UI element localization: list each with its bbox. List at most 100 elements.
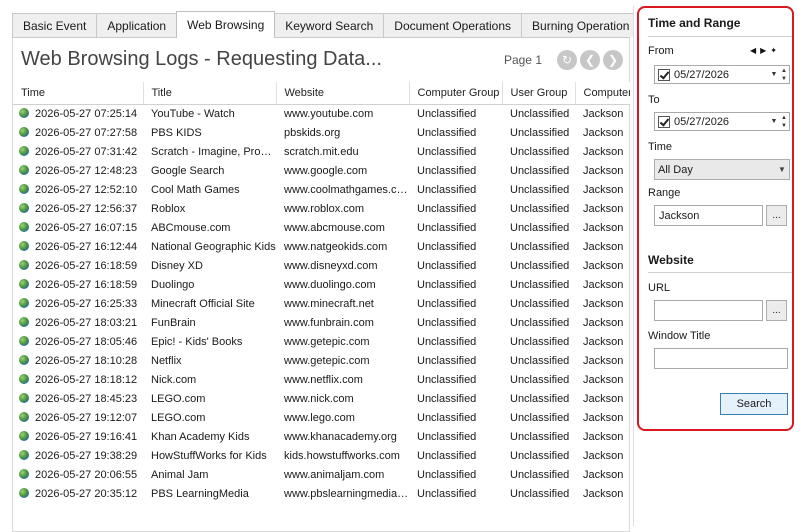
table-row[interactable]: 2026-05-27 19:16:41 Khan Academy Kids www.…	[13, 427, 630, 446]
previous-page-icon[interactable]: ❮	[580, 50, 600, 70]
cell-computer: Jackson	[583, 449, 624, 462]
cell-computer: Jackson	[583, 240, 624, 253]
time-select-value: All Day	[658, 163, 693, 176]
cell-time-text: 2026-05-27 18:03:21	[35, 316, 138, 329]
tab-web-browsing[interactable]: Web Browsing	[176, 11, 276, 38]
table-row[interactable]: 2026-05-27 12:48:23 Google Search www.goog…	[13, 161, 630, 180]
cell-time: 2026-05-27 12:56:37	[13, 199, 143, 218]
column-header-website[interactable]: Website	[276, 82, 410, 105]
cell-title: Duolingo	[151, 278, 195, 291]
table-row[interactable]: 2026-05-27 12:52:10 Cool Math Games www.co…	[13, 180, 630, 199]
cell-website: www.getepic.com	[284, 354, 370, 367]
table-row[interactable]: 2026-05-27 12:56:37 Roblox www.roblox.com U…	[13, 199, 630, 218]
cell-computer: Jackson	[583, 107, 624, 120]
column-header-title[interactable]: Title	[143, 82, 277, 105]
globe-icon	[19, 354, 29, 365]
globe-icon	[19, 487, 29, 498]
cell-computer-group: Unclassified	[417, 107, 477, 120]
column-header-computer[interactable]: Computer	[575, 82, 630, 105]
from-date-checkbox[interactable]	[658, 68, 670, 81]
next-page-icon[interactable]: ❯	[603, 50, 623, 70]
cell-computer: Jackson	[583, 221, 624, 234]
cell-time-text: 2026-05-27 16:25:33	[35, 297, 138, 310]
tab-application[interactable]: Application	[96, 13, 178, 37]
cell-user-group: Unclassified	[510, 259, 570, 272]
url-label: URL	[648, 282, 671, 294]
table-row[interactable]: 2026-05-27 16:07:15 ABCmouse.com www.abcmo…	[13, 218, 630, 237]
cell-computer-group: Unclassified	[417, 183, 477, 196]
url-field[interactable]	[654, 300, 763, 321]
globe-icon	[19, 221, 29, 232]
tab-basic-event[interactable]: Basic Event	[12, 13, 98, 37]
date-nav-arrows-icon[interactable]: ◀▶✦	[750, 46, 781, 55]
cell-time-text: 2026-05-27 07:31:42	[35, 145, 138, 158]
table-row[interactable]: 2026-05-27 18:18:12 Nick.com www.netflix.c…	[13, 370, 630, 389]
search-button[interactable]: Search	[720, 393, 788, 415]
window-title-field[interactable]	[654, 348, 788, 369]
cell-title: LEGO.com	[151, 392, 206, 405]
cell-title: LEGO.com	[151, 411, 206, 424]
range-browse-button[interactable]: ...	[766, 205, 787, 226]
to-date-checkbox[interactable]	[658, 115, 670, 128]
cell-time-text: 2026-05-27 18:18:12	[35, 373, 138, 386]
tab-document-operations[interactable]: Document Operations	[383, 13, 523, 37]
table-row[interactable]: 2026-05-27 20:06:55 Animal Jam www.animalj…	[13, 465, 630, 484]
tab-burning-operation[interactable]: Burning Operation	[521, 13, 641, 37]
first-page-icon[interactable]: ↻	[557, 50, 577, 70]
table-row[interactable]: 2026-05-27 19:12:07 LEGO.com www.lego.com U…	[13, 408, 630, 427]
cell-user-group: Unclassified	[510, 240, 570, 253]
url-browse-button[interactable]: ...	[766, 300, 787, 321]
globe-icon	[19, 107, 29, 118]
cell-user-group: Unclassified	[510, 107, 570, 120]
table-row[interactable]: 2026-05-27 18:03:21 FunBrain www.funbrain.…	[13, 313, 630, 332]
spinner-icon[interactable]: ▲ ▼	[779, 114, 789, 130]
cell-time: 2026-05-27 07:27:58	[13, 123, 143, 142]
time-select[interactable]: All Day ▼	[654, 159, 790, 180]
cell-title: Animal Jam	[151, 468, 209, 481]
to-date-picker[interactable]: 05/27/2026 ▼ ▲ ▼	[654, 112, 790, 131]
web-browsing-content: Web Browsing Logs - Requesting Data... P…	[12, 38, 630, 532]
table-row[interactable]: 2026-05-27 16:18:59 Duolingo www.duolingo.…	[13, 275, 630, 294]
cell-user-group: Unclassified	[510, 316, 570, 329]
spinner-icon[interactable]: ▲ ▼	[779, 67, 789, 83]
table-row[interactable]: 2026-05-27 18:45:23 LEGO.com www.nick.com U…	[13, 389, 630, 408]
cell-computer-group: Unclassified	[417, 354, 477, 367]
time-range-heading: Time and Range	[648, 16, 741, 30]
table-row[interactable]: 2026-05-27 20:35:12 PBS LearningMedia www.…	[13, 484, 630, 503]
cell-user-group: Unclassified	[510, 145, 570, 158]
cell-time-text: 2026-05-27 12:48:23	[35, 164, 138, 177]
table-row[interactable]: 2026-05-27 07:25:14 YouTube - Watch www.yo…	[13, 104, 630, 123]
table-row[interactable]: 2026-05-27 18:05:46 Epic! - Kids' Books ww…	[13, 332, 630, 351]
cell-user-group: Unclassified	[510, 411, 570, 424]
column-header-computer-group[interactable]: Computer Group	[409, 82, 503, 105]
globe-icon	[19, 392, 29, 403]
table-row[interactable]: 2026-05-27 19:38:29 HowStuffWorks for Kid…	[13, 446, 630, 465]
cell-computer: Jackson	[583, 468, 624, 481]
cell-computer-group: Unclassified	[417, 259, 477, 272]
to-label: To	[648, 94, 660, 106]
window-title-label: Window Title	[648, 330, 711, 342]
table-row[interactable]: 2026-05-27 07:27:58 PBS KIDS pbskids.org Un…	[13, 123, 630, 142]
column-header-time[interactable]: Time	[13, 82, 144, 105]
page-number: Page 1	[503, 53, 542, 67]
table-row[interactable]: 2026-05-27 16:12:44 National Geographic K…	[13, 237, 630, 256]
chevron-down-icon[interactable]: ▼	[769, 71, 779, 78]
cell-website: scratch.mit.edu	[284, 145, 359, 158]
range-field[interactable]: Jackson	[654, 205, 763, 226]
chevron-down-icon[interactable]: ▼	[775, 165, 789, 174]
column-header-user-group[interactable]: User Group	[502, 82, 576, 105]
cell-computer-group: Unclassified	[417, 145, 477, 158]
pager: Page 1 ↻ ❮ ❯	[504, 50, 623, 70]
tab-keyword-search[interactable]: Keyword Search	[274, 13, 385, 37]
table-row[interactable]: 2026-05-27 16:25:33 Minecraft Official Si…	[13, 294, 630, 313]
cell-computer: Jackson	[583, 430, 624, 443]
chevron-down-icon[interactable]: ▼	[769, 118, 779, 125]
table-row[interactable]: 2026-05-27 07:31:42 Scratch - Imagine, Pr…	[13, 142, 630, 161]
from-date-value: 05/27/2026	[674, 68, 730, 81]
cell-time-text: 2026-05-27 18:05:46	[35, 335, 138, 348]
from-date-picker[interactable]: 05/27/2026 ▼ ▲ ▼	[654, 65, 790, 84]
cell-user-group: Unclassified	[510, 430, 570, 443]
table-row[interactable]: 2026-05-27 18:10:28 Netflix www.getepic.co…	[13, 351, 630, 370]
globe-icon	[19, 183, 29, 194]
table-row[interactable]: 2026-05-27 16:18:59 Disney XD www.disneyxd…	[13, 256, 630, 275]
